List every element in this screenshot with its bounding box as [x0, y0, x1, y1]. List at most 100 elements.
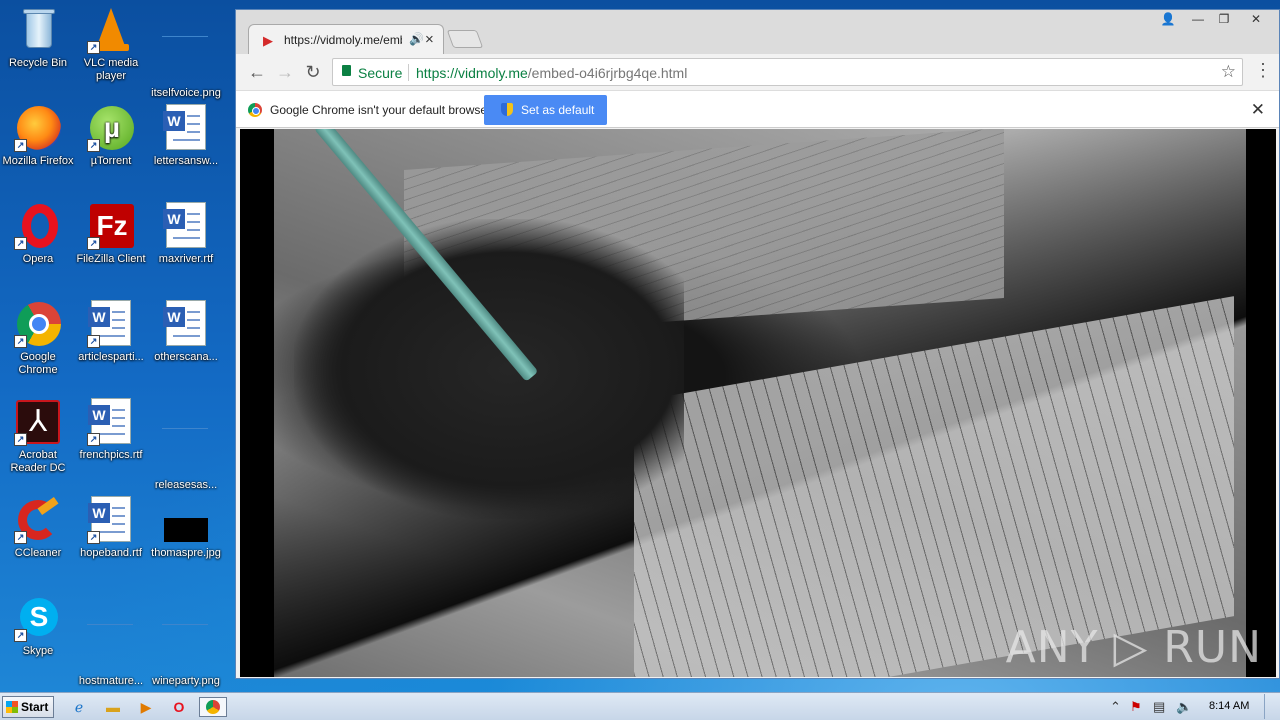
desktop-icon-label: itselfvoice.png	[151, 87, 221, 99]
desktop-icon-utorrent[interactable]: µ ↗ µTorrent	[73, 104, 149, 168]
desktop-icon-skype[interactable]: S ↗ Skype	[0, 594, 76, 658]
infobar-close-icon[interactable]: ✕	[1251, 100, 1265, 120]
internet-explorer-icon[interactable]: ℯ	[68, 697, 90, 717]
shortcut-arrow-icon: ↗	[87, 335, 100, 348]
forward-arrow-icon[interactable]: →	[274, 61, 296, 83]
browser-tab-active[interactable]: ▶ https://vidmoly.me/emb 🔊 ×	[248, 24, 444, 54]
filezilla-icon: Fz ↗	[87, 202, 135, 250]
browser-toolbar: ← → ↻ Secure https://vidmoly.me/embed-o4…	[236, 54, 1279, 90]
reload-icon[interactable]: ↻	[302, 61, 324, 83]
show-hidden-icons-icon[interactable]: ⌃	[1110, 699, 1121, 715]
tab-close-icon[interactable]: ×	[425, 31, 434, 48]
media-player-icon[interactable]: ▶	[135, 697, 157, 717]
desktop-icon-acrobat-reader[interactable]: ⅄ ↗ Acrobat Reader DC	[0, 398, 76, 475]
file-explorer-icon[interactable]: ▬	[102, 697, 124, 717]
image-thumbnail-icon	[162, 496, 210, 544]
desktop-icon-hopeband[interactable]: W ↗ hopeband.rtf	[73, 496, 149, 560]
desktop-icon-label: Mozilla Firefox	[2, 155, 74, 167]
network-icon[interactable]: ▤	[1153, 699, 1165, 715]
desktop-icon-label: Acrobat Reader DC	[10, 449, 66, 474]
set-as-default-label: Set as default	[521, 103, 595, 117]
start-button[interactable]: Start	[2, 696, 54, 718]
action-center-flag-icon[interactable]: ⚑	[1130, 699, 1142, 715]
lock-icon	[342, 65, 351, 76]
video-frame-hand	[294, 219, 684, 519]
bookmark-star-icon[interactable]: ☆	[1221, 62, 1236, 82]
close-window-button[interactable]: ✕	[1244, 12, 1268, 28]
desktop-icon-wineparty[interactable]: wineparty.png	[148, 594, 224, 688]
audio-playing-icon[interactable]: 🔊	[409, 32, 424, 46]
utorrent-icon: µ ↗	[87, 104, 135, 152]
desktop-icon-ccleaner[interactable]: ↗ CCleaner	[0, 496, 76, 560]
chrome-window: ▶ https://vidmoly.me/emb 🔊 × 👤 — ❐ ✕ ← →…	[235, 9, 1280, 679]
back-arrow-icon[interactable]: ←	[246, 61, 268, 83]
desktop-icon-opera[interactable]: ↗ Opera	[0, 202, 76, 266]
chrome-menu-icon[interactable]: ⋮	[1254, 60, 1272, 81]
shortcut-arrow-icon: ↗	[87, 531, 100, 544]
address-bar[interactable]: Secure https://vidmoly.me/embed-o4i6rjrb…	[332, 58, 1243, 86]
acrobat-icon: ⅄ ↗	[14, 398, 62, 446]
secure-label: Secure	[358, 65, 403, 81]
firefox-icon: ↗	[14, 104, 62, 152]
video-player[interactable]	[274, 129, 1246, 677]
desktop-icon-google-chrome[interactable]: ↗ Google Chrome	[0, 300, 76, 377]
uac-shield-icon	[501, 103, 513, 116]
desktop-icon-itselfvoice[interactable]: itselfvoice.png	[148, 6, 224, 100]
tab-strip: ▶ https://vidmoly.me/emb 🔊 × 👤 — ❐ ✕	[236, 10, 1279, 54]
url-text: https://vidmoly.me/embed-o4i6rjrbg4qe.ht…	[416, 65, 687, 81]
desktop-icon-label: articlesparti...	[78, 351, 144, 363]
desktop-icon-label: CCleaner	[14, 547, 62, 559]
desktop-icon-recycle-bin[interactable]: Recycle Bin	[0, 6, 76, 70]
shortcut-arrow-icon: ↗	[14, 433, 27, 446]
desktop-icon-filezilla[interactable]: Fz ↗ FileZilla Client	[73, 202, 149, 266]
shortcut-arrow-icon: ↗	[14, 237, 27, 250]
set-as-default-button[interactable]: Set as default	[484, 95, 607, 125]
word-document-icon: W	[162, 104, 210, 152]
shortcut-arrow-icon: ↗	[87, 41, 100, 54]
windows-logo-icon	[6, 701, 18, 713]
desktop: Recycle Bin ↗ Mozilla Firefox ↗ Opera ↗ …	[0, 0, 1280, 692]
new-tab-button[interactable]	[446, 30, 484, 48]
desktop-icon-hostmature[interactable]: hostmature...	[73, 594, 149, 688]
desktop-icon-label: hostmature...	[78, 675, 144, 687]
restore-button[interactable]: ❐	[1212, 12, 1236, 28]
word-document-icon: W ↗	[87, 398, 135, 446]
desktop-icon-releasesas[interactable]: releasesas...	[148, 398, 224, 492]
opera-icon: ↗	[14, 202, 62, 250]
desktop-icon-label: Recycle Bin	[8, 57, 68, 69]
desktop-icon-lettersansw[interactable]: W lettersansw...	[148, 104, 224, 168]
desktop-icon-label: releasesas...	[154, 479, 218, 491]
ccleaner-icon: ↗	[14, 496, 62, 544]
desktop-icon-label: wineparty.png	[152, 675, 220, 687]
desktop-icon-maxriver[interactable]: W maxriver.rtf	[148, 202, 224, 266]
desktop-icon-otherscana[interactable]: W otherscana...	[148, 300, 224, 364]
volume-icon[interactable]: 🔈	[1176, 699, 1192, 715]
show-desktop-button[interactable]	[1264, 694, 1279, 719]
video-frame-notebook-page	[634, 296, 1234, 677]
desktop-icon-label: frenchpics.rtf	[79, 449, 143, 461]
desktop-icon-label: hopeband.rtf	[80, 547, 142, 559]
recycle-bin-icon	[14, 6, 62, 54]
anyrun-watermark: ANY ▷ RUN	[1005, 622, 1262, 673]
address-separator	[408, 64, 409, 81]
desktop-icon-firefox[interactable]: ↗ Mozilla Firefox	[0, 104, 76, 168]
desktop-icon-label: lettersansw...	[153, 155, 219, 167]
profile-icon[interactable]: 👤	[1156, 12, 1180, 28]
desktop-icon-thomaspre[interactable]: thomaspre.jpg	[148, 496, 224, 560]
desktop-icon-vlc[interactable]: ↗ VLC media player	[73, 6, 149, 83]
shortcut-arrow-icon: ↗	[87, 433, 100, 446]
taskbar-clock[interactable]: 8:14 AM	[1209, 700, 1249, 712]
default-browser-infobar: Google Chrome isn't your default browser…	[236, 90, 1279, 128]
minimize-button[interactable]: —	[1186, 12, 1210, 28]
word-document-icon: W ↗	[87, 496, 135, 544]
chrome-logo-icon	[248, 103, 262, 117]
tab-title: https://vidmoly.me/emb	[284, 33, 402, 47]
infobar-message: Google Chrome isn't your default browser…	[270, 103, 494, 117]
start-label: Start	[21, 700, 49, 714]
desktop-icon-frenchpics[interactable]: W ↗ frenchpics.rtf	[73, 398, 149, 462]
desktop-icon-articlesparti[interactable]: W ↗ articlesparti...	[73, 300, 149, 364]
opera-taskbar-icon[interactable]: O	[168, 697, 190, 717]
blank-file-icon	[162, 624, 210, 672]
chrome-taskbar-icon[interactable]	[199, 697, 227, 717]
desktop-icon-label: µTorrent	[90, 155, 132, 167]
